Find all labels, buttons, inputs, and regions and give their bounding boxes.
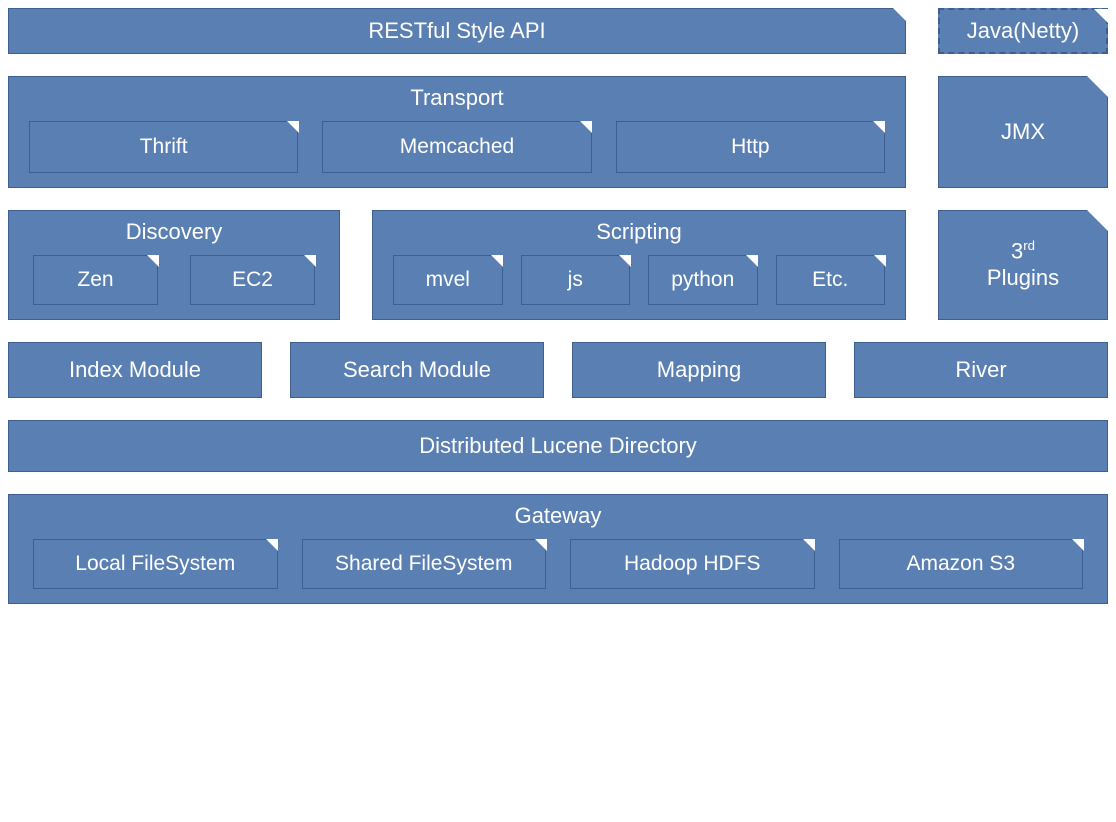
row-modules: Index Module Search Module Mapping River [8,342,1108,398]
row-lucene: Distributed Lucene Directory [8,420,1108,472]
block-java-netty: Java(Netty) [938,8,1108,54]
block-js: js [521,255,631,305]
block-jmx: JMX [938,76,1108,188]
scripting-items: mvel js python Etc. [373,249,905,319]
label-lucene-directory: Distributed Lucene Directory [419,421,697,471]
block-gateway: Gateway Local FileSystem Shared FileSyst… [8,494,1108,604]
label-java-netty: Java(Netty) [967,6,1079,56]
block-search-module: Search Module [290,342,544,398]
block-local-filesystem: Local FileSystem [33,539,278,589]
label-plugins: 3rd Plugins [987,226,1059,303]
block-restful-api: RESTful Style API [8,8,906,54]
label-restful-api: RESTful Style API [368,6,545,56]
block-shared-filesystem: Shared FileSystem [302,539,547,589]
label-discovery: Discovery [126,211,223,249]
block-river: River [854,342,1108,398]
label-scripting: Scripting [596,211,682,249]
block-thrift: Thrift [29,121,298,173]
block-ec2: EC2 [190,255,315,305]
gateway-items: Local FileSystem Shared FileSystem Hadoo… [9,533,1107,603]
block-index-module: Index Module [8,342,262,398]
block-mvel: mvel [393,255,503,305]
block-amazon-s3: Amazon S3 [839,539,1084,589]
row-transport: Transport Thrift Memcached Http JMX [8,76,1108,188]
label-mapping: Mapping [657,345,741,395]
label-gateway: Gateway [515,495,602,533]
block-discovery: Discovery Zen EC2 [8,210,340,320]
block-transport: Transport Thrift Memcached Http [8,76,906,188]
block-lucene-directory: Distributed Lucene Directory [8,420,1108,472]
row-discovery-scripting: Discovery Zen EC2 Scripting mvel js pyth… [8,210,1108,320]
label-river: River [955,345,1006,395]
block-third-party-plugins: 3rd Plugins [938,210,1108,320]
block-mapping: Mapping [572,342,826,398]
label-transport: Transport [410,77,503,115]
block-http: Http [616,121,885,173]
architecture-diagram: RESTful Style API Java(Netty) Transport … [8,8,1108,604]
label-jmx: JMX [1001,107,1045,157]
block-zen: Zen [33,255,158,305]
block-etc: Etc. [776,255,886,305]
transport-items: Thrift Memcached Http [9,115,905,187]
row-api: RESTful Style API Java(Netty) [8,8,1108,54]
block-memcached: Memcached [322,121,591,173]
block-hadoop-hdfs: Hadoop HDFS [570,539,815,589]
discovery-items: Zen EC2 [9,249,339,319]
label-search-module: Search Module [343,345,491,395]
block-scripting: Scripting mvel js python Etc. [372,210,906,320]
label-index-module: Index Module [69,345,201,395]
row-gateway: Gateway Local FileSystem Shared FileSyst… [8,494,1108,604]
block-python: python [648,255,758,305]
